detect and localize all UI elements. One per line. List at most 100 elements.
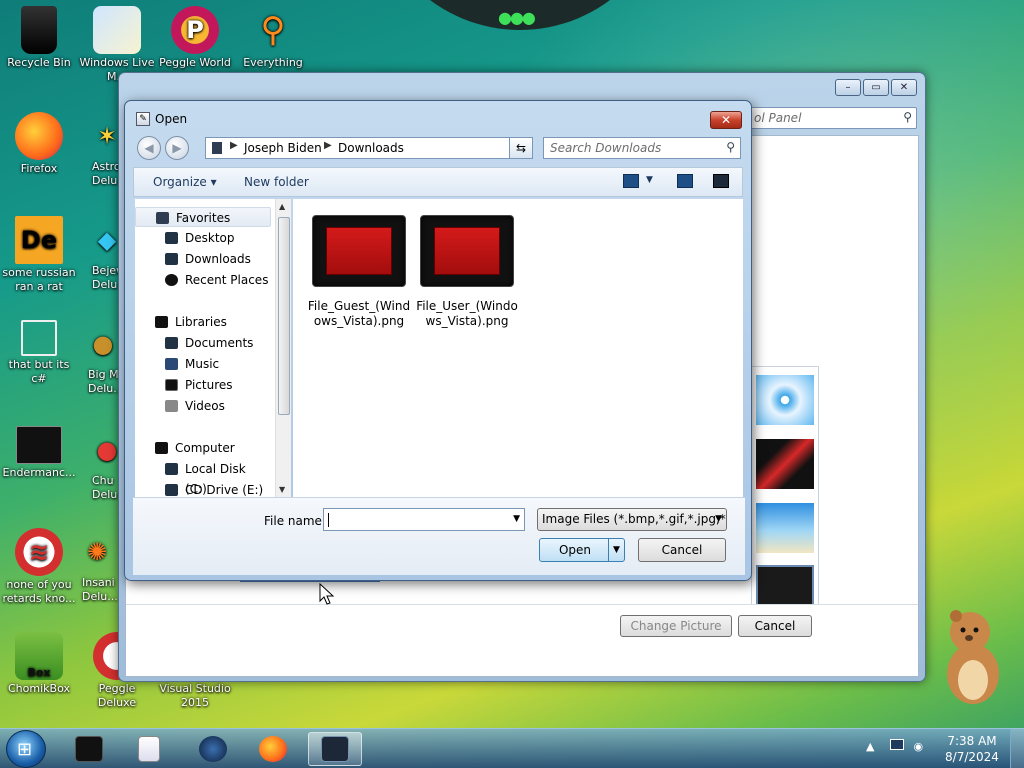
search-icon: ⚲ [726, 140, 735, 154]
image-thumbnail [420, 215, 514, 287]
nav-videos[interactable]: Videos [135, 396, 271, 416]
black-box-icon [75, 736, 103, 762]
nav-music[interactable]: Music [135, 354, 271, 374]
nav-favorites[interactable]: Favorites [135, 207, 271, 227]
back-button[interactable]: ◀ [137, 136, 161, 160]
search-icon: ⚲ [903, 110, 912, 124]
file-name-input[interactable]: ▼ [323, 508, 525, 531]
close-button[interactable]: ✕ [891, 79, 917, 96]
desktop-icon-chomikbox[interactable]: Box ChomikBox [0, 632, 78, 696]
nav-recent-places[interactable]: Recent Places [135, 270, 271, 290]
download-folder-icon [165, 253, 178, 265]
dialog-app-icon: ✎ [136, 112, 150, 126]
nav-downloads[interactable]: Downloads [135, 249, 271, 269]
volume-icon[interactable]: ◉ [913, 740, 923, 753]
desktop-icon-everything[interactable]: ⚲ Everything [234, 6, 312, 70]
folder-location-icon [212, 142, 222, 154]
text-caret [328, 513, 329, 527]
start-button[interactable]: ⊞ [6, 730, 46, 768]
control-panel-search-input[interactable]: ol Panel ⚲ [747, 107, 917, 129]
globe-icon [199, 736, 227, 762]
desktop-icon-peggle-world[interactable]: P Peggle World [156, 6, 234, 70]
nav-local-disk[interactable]: Local Disk (C:) [135, 459, 271, 496]
media-player-icon [138, 736, 160, 762]
file-type-select[interactable]: Image Files (*.bmp,*.gif,*.jpg,*. ▼ [537, 508, 727, 531]
file-item[interactable]: File_User_(Windows_Vista).png [415, 215, 519, 329]
picture-thumbnail-list[interactable] [751, 366, 819, 624]
show-desktop-button[interactable] [1010, 729, 1024, 768]
nav-documents[interactable]: Documents [135, 333, 271, 353]
breadcrumb-joseph-biden[interactable]: Joseph Biden [244, 141, 322, 155]
navigation-scrollbar[interactable]: ▲ ▼ [275, 199, 291, 497]
control-panel-cancel-button[interactable]: Cancel [738, 615, 812, 637]
view-dropdown-icon[interactable]: ▼ [646, 175, 653, 185]
cd-drive-icon [165, 484, 178, 496]
peggle-world-icon: P [171, 6, 219, 54]
desktop-icon-none-of-you[interactable]: ≋ none of you retards kno... [0, 528, 78, 606]
desktop-icon-that-but-csharp[interactable]: that but its c# [0, 320, 78, 386]
nav-libraries[interactable]: Libraries [135, 312, 271, 332]
taskbar-app-control-panel[interactable] [308, 732, 362, 766]
scroll-up-icon[interactable]: ▲ [279, 202, 285, 211]
help-icon[interactable] [713, 174, 729, 188]
desktop-icon-recycle-bin[interactable]: Recycle Bin [0, 6, 78, 70]
file-item[interactable]: File_Guest_(Windows_Vista).png [307, 215, 411, 329]
hamster-mascot-icon [938, 606, 1008, 706]
recent-places-icon [165, 274, 178, 286]
libraries-icon [155, 316, 168, 328]
maximize-button[interactable]: ▭ [863, 79, 889, 96]
taskbar-app-recycle[interactable] [62, 732, 116, 766]
taskbar-clock[interactable]: 7:38 AM 8/7/2024 [940, 733, 1004, 765]
preview-pane-icon[interactable] [677, 174, 693, 188]
open-button[interactable]: Open ▼ [539, 538, 625, 562]
magnifier-icon: ⚲ [260, 10, 286, 50]
forward-button[interactable]: ▶ [165, 136, 189, 160]
network-icon[interactable] [889, 739, 904, 750]
nav-cd-drive[interactable]: CD Drive (E:) [135, 480, 271, 497]
open-dropdown-icon[interactable]: ▼ [608, 539, 624, 561]
desktop-icon-firefox[interactable]: Firefox [0, 112, 78, 176]
desktop-icon-endermanc[interactable]: Endermanc... [0, 426, 78, 480]
filter-dropdown-icon: ▼ [715, 514, 722, 524]
dialog-footer: File name: ▼ Image Files (*.bmp,*.gif,*.… [133, 497, 745, 575]
nav-desktop[interactable]: Desktop [135, 228, 271, 248]
windows-live-icon [93, 6, 141, 54]
change-picture-button[interactable]: Change Picture [620, 615, 732, 637]
image-thumbnail [312, 215, 406, 287]
refresh-button[interactable]: ⇆ [509, 137, 533, 159]
scroll-down-icon[interactable]: ▼ [279, 485, 285, 494]
breadcrumb-downloads[interactable]: Downloads [338, 141, 404, 155]
minimize-button[interactable]: – [835, 79, 861, 96]
windows-stack-icon [21, 320, 57, 356]
dialog-search-input[interactable]: Search Downloads ⚲ [543, 137, 741, 159]
desktop-icon-russian-rat[interactable]: De some russian ran a rat [0, 216, 78, 294]
nav-computer[interactable]: Computer [135, 438, 271, 458]
taskbar-app-firefox[interactable] [246, 732, 300, 766]
organize-button[interactable]: Organize ▾ [153, 175, 217, 189]
dragon-icon: ≋ [15, 528, 63, 576]
thumbnail-pinwheel[interactable] [756, 375, 814, 425]
videos-icon [165, 400, 178, 412]
taskbar-app-media-player[interactable] [122, 732, 176, 766]
chomikbox-icon: Box [15, 632, 63, 680]
thumbnail-origami-crane[interactable] [756, 439, 814, 489]
thumbnail-sailboat[interactable] [756, 503, 814, 553]
file-list[interactable]: File_Guest_(Windows_Vista).png File_User… [293, 199, 743, 497]
view-options-icon[interactable] [623, 174, 639, 188]
file-name-dropdown-icon[interactable]: ▼ [513, 514, 520, 524]
navigation-pane[interactable]: Favorites Desktop Downloads Recent Place… [135, 199, 291, 497]
new-folder-button[interactable]: New folder [244, 175, 309, 189]
nav-pictures[interactable]: Pictures [135, 375, 271, 395]
terminal-icon [16, 426, 62, 464]
dialog-close-button[interactable]: ✕ [710, 111, 742, 129]
open-dialog[interactable]: ✎ Open ✕ ◀ ▶ ▶ Joseph Biden ▶ Downloads … [124, 100, 752, 581]
music-icon [165, 358, 178, 370]
dialog-cancel-button[interactable]: Cancel [638, 538, 726, 562]
address-bar[interactable]: ▶ Joseph Biden ▶ Downloads ▼ [205, 137, 533, 159]
firefox-icon [15, 112, 63, 160]
taskbar-app-browser[interactable] [186, 732, 240, 766]
star-icon [156, 212, 169, 224]
money-bag-icon: ● [92, 330, 114, 358]
show-hidden-icons-icon[interactable]: ▲ [866, 740, 874, 753]
scrollbar-thumb[interactable] [278, 217, 290, 415]
